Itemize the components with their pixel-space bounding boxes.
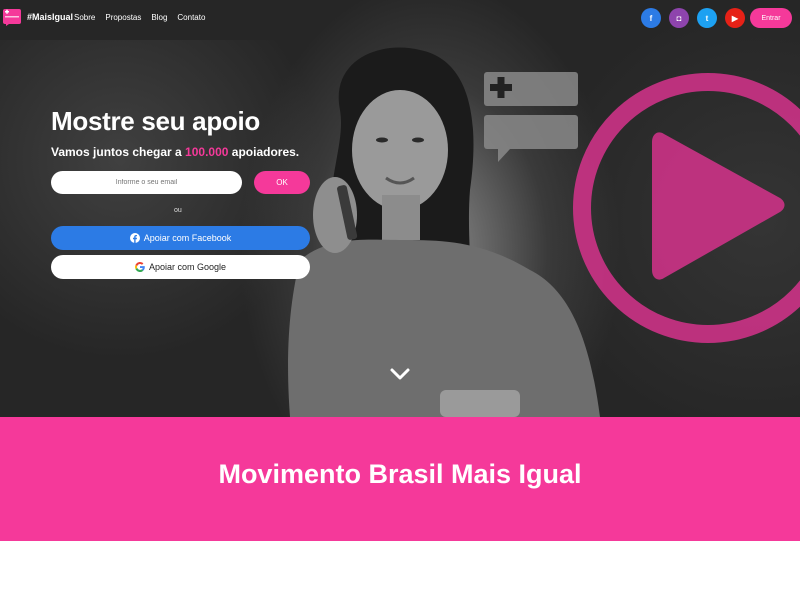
play-video-icon[interactable] <box>572 72 800 344</box>
social-links: f ◘ t ▶ <box>641 8 745 28</box>
brand-name[interactable]: #MaisIgual <box>27 12 73 22</box>
subtitle-prefix: Vamos juntos chegar a <box>51 145 186 159</box>
nav-link-sobre[interactable]: Sobre <box>74 13 95 22</box>
hero-section: #MaisIgual Sobre Propostas Blog Contato … <box>0 0 800 417</box>
google-icon <box>134 262 145 272</box>
subtitle-highlight: 100.000 <box>185 145 229 159</box>
nav-link-contato[interactable]: Contato <box>177 13 205 22</box>
login-button[interactable]: Entrar <box>750 8 792 28</box>
google-support-button[interactable]: Apoiar com Google <box>51 255 310 279</box>
google-support-label: Apoiar com Google <box>148 262 227 272</box>
facebook-icon <box>129 233 140 243</box>
twitter-icon[interactable]: t <box>697 8 717 28</box>
chevron-down-icon[interactable] <box>388 364 412 384</box>
nav-links: Sobre Propostas Blog Contato <box>74 13 205 22</box>
chat-bubbles-decoration <box>484 72 578 162</box>
nav-link-blog[interactable]: Blog <box>151 13 167 22</box>
youtube-icon[interactable]: ▶ <box>725 8 745 28</box>
or-divider: ou <box>174 207 182 214</box>
subtitle-suffix: apoiadores. <box>228 145 300 159</box>
section-title: Movimento Brasil Mais Igual <box>218 459 582 489</box>
hero-subtitle: Vamos juntos chegar a 100.000 apoiadores… <box>51 145 299 159</box>
email-input[interactable] <box>51 171 242 194</box>
nav-link-propostas[interactable]: Propostas <box>105 13 141 22</box>
facebook-support-button[interactable]: Apoiar com Facebook <box>51 226 310 250</box>
top-navbar: #MaisIgual Sobre Propostas Blog Contato … <box>0 0 800 36</box>
facebook-support-label: Apoiar com Facebook <box>143 233 232 243</box>
logo-icon[interactable] <box>3 8 21 26</box>
ok-button[interactable]: OK <box>254 171 310 194</box>
facebook-icon[interactable]: f <box>641 8 661 28</box>
instagram-icon[interactable]: ◘ <box>669 8 689 28</box>
hero-title: Mostre seu apoio <box>51 106 261 136</box>
